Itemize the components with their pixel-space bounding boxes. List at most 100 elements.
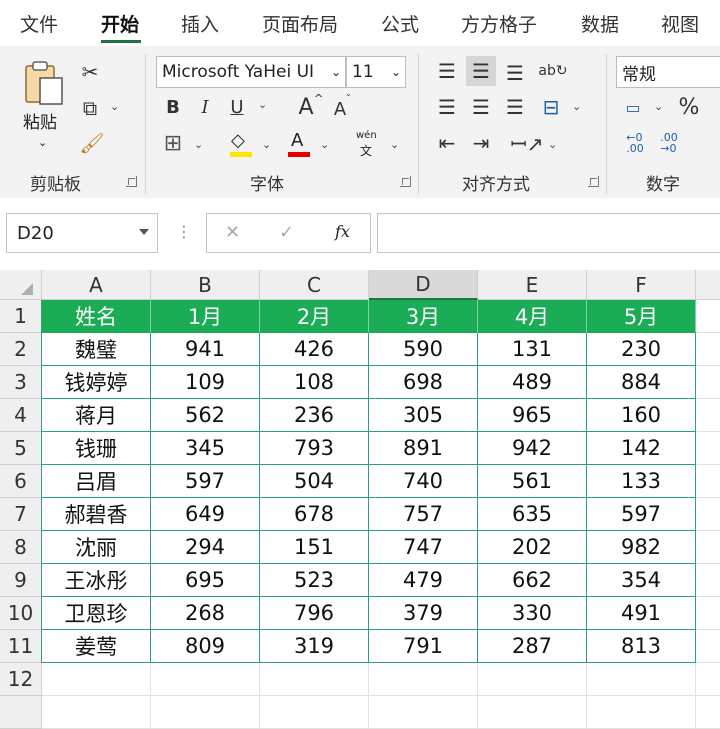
table-data-cell[interactable]: 426 <box>260 333 369 366</box>
cell[interactable] <box>696 630 720 663</box>
name-box[interactable]: D20 <box>6 213 158 253</box>
table-data-cell[interactable]: 202 <box>478 531 587 564</box>
table-data-cell[interactable]: 魏璧 <box>42 333 151 366</box>
tab-page-layout[interactable]: 页面布局 <box>262 10 338 37</box>
percent-button[interactable]: % <box>676 92 702 122</box>
column-header-d[interactable]: D <box>369 270 478 300</box>
cell[interactable] <box>260 696 369 729</box>
table-header-cell[interactable]: 5月 <box>587 300 696 333</box>
column-header-c[interactable]: C <box>260 270 369 300</box>
increase-indent-icon[interactable]: ⇥ <box>468 130 494 156</box>
bold-button[interactable]: B <box>162 94 184 120</box>
font-name-select[interactable]: Microsoft YaHei UI ⌄ <box>156 56 346 88</box>
chevron-down-icon[interactable]: ⌄ <box>390 138 399 151</box>
column-header-g[interactable] <box>696 270 720 300</box>
table-data-cell[interactable]: 268 <box>151 597 260 630</box>
chevron-down-icon[interactable]: ⌄ <box>572 100 581 113</box>
cell[interactable] <box>696 465 720 498</box>
table-data-cell[interactable]: 941 <box>151 333 260 366</box>
table-data-cell[interactable]: 钱珊 <box>42 432 151 465</box>
decrease-indent-icon[interactable]: ⇤ <box>434 130 460 156</box>
cell[interactable] <box>478 663 587 696</box>
table-data-cell[interactable]: 151 <box>260 531 369 564</box>
clipboard-dialog-launcher[interactable] <box>126 176 137 187</box>
table-data-cell[interactable]: 沈丽 <box>42 531 151 564</box>
table-data-cell[interactable]: 662 <box>478 564 587 597</box>
cell[interactable] <box>696 498 720 531</box>
align-middle-icon[interactable]: ☰ <box>466 56 496 86</box>
cell[interactable] <box>696 663 720 696</box>
table-data-cell[interactable]: 109 <box>151 366 260 399</box>
decrease-decimal-icon[interactable]: .00 →0 <box>654 130 684 156</box>
table-data-cell[interactable]: 740 <box>369 465 478 498</box>
table-data-cell[interactable]: 131 <box>478 333 587 366</box>
text-orientation-icon[interactable]: ab↻ <box>538 56 567 86</box>
chevron-down-icon[interactable]: ⌄ <box>262 138 271 151</box>
table-data-cell[interactable]: 160 <box>587 399 696 432</box>
formula-input[interactable] <box>377 213 720 253</box>
cell[interactable] <box>369 663 478 696</box>
chevron-down-icon[interactable] <box>139 229 149 235</box>
row-header[interactable] <box>0 696 42 729</box>
table-data-cell[interactable]: 姜莺 <box>42 630 151 663</box>
table-data-cell[interactable]: 791 <box>369 630 478 663</box>
row-header[interactable]: 4 <box>0 399 42 432</box>
accounting-format-icon[interactable]: ▭ <box>620 94 646 120</box>
cell[interactable] <box>696 696 720 729</box>
merge-center-icon[interactable]: ⊟ <box>538 94 564 120</box>
table-data-cell[interactable]: 379 <box>369 597 478 630</box>
enter-icon[interactable]: ✓ <box>279 222 294 243</box>
column-header-b[interactable]: B <box>151 270 260 300</box>
cell[interactable] <box>696 399 720 432</box>
format-painter-icon[interactable]: 🖌 <box>78 130 106 156</box>
table-data-cell[interactable]: 王冰彤 <box>42 564 151 597</box>
table-data-cell[interactable]: 698 <box>369 366 478 399</box>
cell[interactable] <box>478 696 587 729</box>
select-all-corner[interactable] <box>0 270 42 300</box>
table-data-cell[interactable]: 230 <box>587 333 696 366</box>
borders-icon[interactable]: ⊞ <box>160 130 186 156</box>
row-header[interactable]: 11 <box>0 630 42 663</box>
row-header[interactable]: 2 <box>0 333 42 366</box>
table-data-cell[interactable]: 562 <box>151 399 260 432</box>
table-data-cell[interactable]: 330 <box>478 597 587 630</box>
font-color-button[interactable]: A <box>286 130 312 158</box>
table-data-cell[interactable]: 294 <box>151 531 260 564</box>
align-top-icon[interactable]: ☰ <box>434 56 460 86</box>
copy-icon[interactable]: ⧉ <box>76 94 104 122</box>
table-data-cell[interactable]: 305 <box>369 399 478 432</box>
table-data-cell[interactable]: 635 <box>478 498 587 531</box>
chevron-down-icon[interactable]: ⌄ <box>548 138 557 151</box>
alignment-dialog-launcher[interactable] <box>588 176 599 187</box>
row-header[interactable]: 8 <box>0 531 42 564</box>
font-size-select[interactable]: 11 ⌄ <box>346 56 406 88</box>
cell[interactable] <box>696 333 720 366</box>
cell[interactable] <box>696 366 720 399</box>
cell[interactable] <box>696 300 720 333</box>
column-header-f[interactable]: F <box>587 270 696 300</box>
chevron-down-icon[interactable]: ⌄ <box>258 98 267 111</box>
table-data-cell[interactable]: 钱婷婷 <box>42 366 151 399</box>
table-header-cell[interactable]: 3月 <box>369 300 478 333</box>
cell[interactable] <box>696 597 720 630</box>
table-header-cell[interactable]: 2月 <box>260 300 369 333</box>
table-data-cell[interactable]: 590 <box>369 333 478 366</box>
table-data-cell[interactable]: 813 <box>587 630 696 663</box>
cell[interactable] <box>42 696 151 729</box>
row-header[interactable]: 9 <box>0 564 42 597</box>
row-header[interactable]: 1 <box>0 300 42 333</box>
align-right-icon[interactable]: ☰ <box>502 94 528 120</box>
fill-color-button[interactable]: ◇ <box>228 130 254 158</box>
chevron-down-icon[interactable]: ⌄ <box>654 100 663 113</box>
tab-home[interactable]: 开始 <box>101 10 139 37</box>
table-data-cell[interactable]: 695 <box>151 564 260 597</box>
column-header-e[interactable]: E <box>478 270 587 300</box>
table-data-cell[interactable]: 479 <box>369 564 478 597</box>
table-data-cell[interactable]: 郝碧香 <box>42 498 151 531</box>
tab-data[interactable]: 数据 <box>581 10 619 37</box>
row-header[interactable]: 12 <box>0 663 42 696</box>
tab-ffcell[interactable]: 方方格子 <box>461 10 537 37</box>
more-icon[interactable]: ⋮ <box>176 222 192 241</box>
table-data-cell[interactable]: 747 <box>369 531 478 564</box>
table-data-cell[interactable]: 891 <box>369 432 478 465</box>
